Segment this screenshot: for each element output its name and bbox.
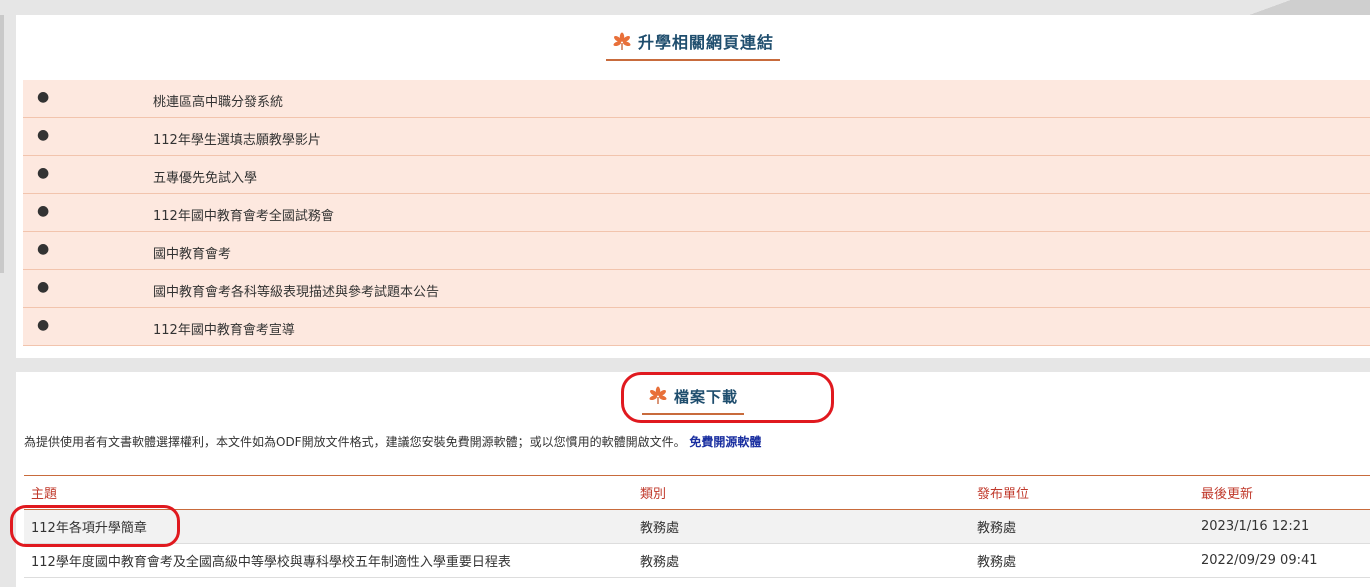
- links-section-title: 升學相關網頁連結: [637, 33, 774, 52]
- files-table: 主題 類別 發布單位 最後更新 112年各項升學簡章 教務處 教務處 2023/…: [24, 475, 1370, 578]
- link-item-label[interactable]: 112年學生選填志願教學影片: [153, 129, 321, 148]
- cell-unit: 教務處: [970, 543, 1194, 578]
- col-updated-header: 最後更新: [1194, 475, 1370, 510]
- cell-category: 教務處: [633, 543, 970, 578]
- links-section-header: 升學相關網頁連結: [16, 29, 1370, 61]
- list-item: ● 國中教育會考各科等級表現描述與參考試題本公告: [23, 270, 1370, 308]
- more-dots-icon: ···: [8, 0, 21, 5]
- bullet-icon: ●: [37, 241, 50, 257]
- maple-leaf-icon: [649, 386, 667, 404]
- link-item-label[interactable]: 國中教育會考各科等級表現描述與參考試題本公告: [153, 281, 439, 300]
- bullet-icon: ●: [37, 89, 50, 105]
- col-unit-header: 發布單位: [970, 475, 1194, 510]
- maple-leaf-icon: [613, 32, 631, 50]
- cell-subject: 112學年度國中教育會考及全國高級中等學校與專科學校五年制適性入學重要日程表: [24, 543, 633, 578]
- browser-top-strip: ···: [0, 0, 1370, 15]
- col-subject-header: 主題: [24, 475, 633, 510]
- list-item: ● 國中教育會考: [23, 232, 1370, 270]
- list-item: ● 112年國中教育會考宣導: [23, 308, 1370, 346]
- link-item-label[interactable]: 五專優先免試入學: [153, 167, 257, 186]
- cell-updated: 2022/09/29 09:41: [1194, 543, 1370, 578]
- top-right-corner: [1170, 0, 1370, 15]
- file-link[interactable]: 112學年度國中教育會考及全國高級中等學校與專科學校五年制適性入學重要日程表: [31, 555, 511, 570]
- list-item: ● 112年國中教育會考全國試務會: [23, 194, 1370, 232]
- links-list: ● 桃連區高中職分發系統 ● 112年學生選填志願教學影片 ● 五專優先免試入學…: [23, 80, 1370, 346]
- bullet-icon: ●: [37, 317, 50, 333]
- links-panel: 升學相關網頁連結 ● 桃連區高中職分發系統 ● 112年學生選填志願教學影片 ●…: [16, 15, 1370, 358]
- files-section-header: 檔案下載: [16, 386, 1370, 415]
- list-item: ● 桃連區高中職分發系統: [23, 80, 1370, 118]
- list-item: ● 五專優先免試入學: [23, 156, 1370, 194]
- files-section-title: 檔案下載: [673, 388, 738, 406]
- file-link[interactable]: 112年各項升學簡章: [31, 521, 147, 536]
- cell-updated: 2023/1/16 12:21: [1194, 509, 1370, 544]
- link-item-label[interactable]: 國中教育會考: [153, 243, 231, 262]
- files-section-title-wrap: 檔案下載: [641, 386, 744, 415]
- bullet-icon: ●: [37, 279, 50, 295]
- list-item: ● 112年學生選填志願教學影片: [23, 118, 1370, 156]
- table-header-row: 主題 類別 發布單位 最後更新: [24, 475, 1370, 510]
- bullet-icon: ●: [37, 165, 50, 181]
- link-item-label[interactable]: 桃連區高中職分發系統: [153, 91, 283, 110]
- bullet-icon: ●: [37, 127, 50, 143]
- odf-notice-text: 為提供使用者有文書軟體選擇權利，本文件如為ODF開放文件格式，建議您安裝免費開源…: [24, 435, 686, 449]
- link-item-label[interactable]: 112年國中教育會考全國試務會: [153, 205, 334, 224]
- cell-subject: 112年各項升學簡章: [24, 509, 633, 544]
- col-category-header: 類別: [633, 475, 970, 510]
- links-section-title-wrap: 升學相關網頁連結: [605, 29, 780, 61]
- cell-category: 教務處: [633, 509, 970, 544]
- bullet-icon: ●: [37, 203, 50, 219]
- left-scroll-edge: [0, 15, 4, 273]
- table-row: 112學年度國中教育會考及全國高級中等學校與專科學校五年制適性入學重要日程表 教…: [24, 543, 1370, 578]
- odf-notice: 為提供使用者有文書軟體選擇權利，本文件如為ODF開放文件格式，建議您安裝免費開源…: [24, 433, 814, 451]
- free-software-link[interactable]: 免費開源軟體: [689, 435, 761, 449]
- link-item-label[interactable]: 112年國中教育會考宣導: [153, 319, 295, 338]
- table-row: 112年各項升學簡章 教務處 教務處 2023/1/16 12:21: [24, 509, 1370, 544]
- files-panel: 檔案下載 為提供使用者有文書軟體選擇權利，本文件如為ODF開放文件格式，建議您安…: [16, 372, 1370, 587]
- cell-unit: 教務處: [970, 509, 1194, 544]
